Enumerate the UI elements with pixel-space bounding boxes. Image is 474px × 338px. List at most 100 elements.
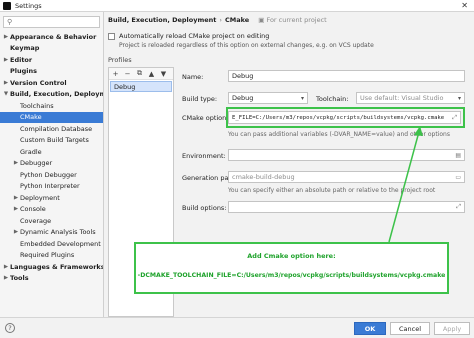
sidebar-item-python-interpreter[interactable]: Python Interpreter (0, 181, 103, 193)
settings-sidebar: ⚲ ▶ Appearance & Behavior Keymap ▶ Editor Plu… (0, 12, 104, 317)
sidebar-item-label: Deployment (20, 193, 60, 202)
sidebar-item-label: Keymap (10, 44, 40, 53)
edit-environment-icon[interactable]: ▤ (455, 152, 461, 159)
build-type-value: Debug (232, 94, 254, 102)
generation-path-field[interactable]: cmake-build-debug ▭ (228, 171, 465, 183)
sidebar-item-debugger[interactable]: ▶ Debugger (0, 158, 103, 170)
build-type-select[interactable]: Debug (228, 92, 308, 104)
breadcrumb: Build, Execution, Deployment › CMake ▣ F… (108, 16, 327, 24)
build-type-label: Build type: (182, 95, 218, 103)
sidebar-item-label: Tools (10, 274, 29, 283)
chevron-right-icon[interactable]: ▶ (2, 275, 10, 281)
profiles-toolbar: + − ⧉ ▲ ▼ (109, 68, 173, 80)
sidebar-item-coverage[interactable]: Coverage (0, 215, 103, 227)
sidebar-item-languages-frameworks[interactable]: ▶ Languages & Frameworks (0, 261, 103, 273)
chevron-right-icon[interactable]: ▶ (2, 264, 10, 270)
sidebar-item-required-plugins[interactable]: Required Plugins (0, 250, 103, 262)
sidebar-item-label: Gradle (20, 147, 42, 156)
sidebar-item-label: Custom Build Targets (20, 136, 89, 145)
copy-profile-icon[interactable]: ⧉ (136, 69, 143, 78)
generation-path-hint: You can specify either an absolute path … (228, 187, 436, 194)
environment-field[interactable]: ▤ (228, 149, 465, 161)
close-window-icon[interactable]: ✕ (461, 1, 468, 10)
auto-reload-note: Project is reloaded regardless of this o… (119, 42, 374, 49)
sidebar-item-label: CMake (20, 113, 42, 122)
settings-tree: ▶ Appearance & Behavior Keymap ▶ Editor Plugi… (0, 31, 103, 284)
sidebar-item-python-debugger[interactable]: Python Debugger (0, 169, 103, 181)
toolchain-select[interactable]: Use default: Visual Studio (356, 92, 465, 104)
sidebar-item-label: Required Plugins (20, 251, 75, 260)
name-value: Debug (232, 72, 254, 80)
settings-search-input[interactable]: ⚲ (3, 16, 100, 28)
chevron-right-icon[interactable]: ▶ (2, 57, 10, 63)
generation-path-value: cmake-build-debug (232, 173, 295, 181)
build-options-label: Build options: (182, 204, 227, 212)
sidebar-item-gradle[interactable]: Gradle (0, 146, 103, 158)
auto-reload-checkbox[interactable] (108, 32, 115, 40)
sidebar-item-label: Plugins (10, 67, 37, 76)
sidebar-item-label: Version Control (10, 78, 67, 87)
sidebar-item-embedded-development[interactable]: Embedded Development (0, 238, 103, 250)
environment-label: Environment: (182, 152, 226, 160)
apply-button[interactable]: Apply (434, 322, 470, 335)
annotation-callout: Add Cmake option here: -DCMAKE_TOOLCHAIN… (134, 242, 449, 294)
chevron-right-icon[interactable]: ▶ (12, 160, 20, 166)
sidebar-item-label: Python Debugger (20, 170, 77, 179)
sidebar-item-tools[interactable]: ▶ Tools (0, 273, 103, 285)
sidebar-item-label: Dynamic Analysis Tools (20, 228, 96, 237)
name-field[interactable]: Debug (228, 70, 465, 82)
sidebar-item-custom-build-targets[interactable]: Custom Build Targets (0, 135, 103, 147)
sidebar-item-toolchains[interactable]: Toolchains (0, 100, 103, 112)
remove-profile-icon[interactable]: − (124, 70, 131, 78)
expand-build-options-icon[interactable]: ⤢ (456, 203, 461, 211)
auto-reload-option[interactable]: Automatically reload CMake project on ed… (108, 32, 269, 40)
chevron-right-icon[interactable]: ▶ (12, 195, 20, 201)
title-bar: Settings ✕ (0, 0, 474, 12)
scope-note: ▣ For current project (258, 16, 327, 24)
app-logo-icon (3, 1, 11, 10)
sidebar-item-label: Appearance & Behavior (10, 32, 97, 41)
cancel-button[interactable]: Cancel (390, 322, 430, 335)
sidebar-item-cmake[interactable]: CMake (0, 111, 103, 123)
sidebar-item-label: Debugger (20, 159, 53, 168)
chevron-right-icon[interactable]: ▶ (2, 34, 10, 40)
profiles-label: Profiles (108, 56, 132, 64)
ok-button[interactable]: OK (354, 322, 386, 335)
browse-folder-icon[interactable]: ▭ (455, 174, 461, 181)
profile-item-debug[interactable]: Debug (110, 81, 172, 92)
breadcrumb-parent[interactable]: Build, Execution, Deployment (108, 16, 216, 24)
sidebar-item-label: Toolchains (20, 101, 54, 110)
sidebar-item-build-execution-deployment[interactable]: ▼Build, Execution, Deployment (0, 89, 103, 101)
sidebar-item-plugins[interactable]: Plugins (0, 66, 103, 78)
chevron-right-icon[interactable]: ▶ (12, 206, 20, 212)
sidebar-item-version-control[interactable]: ▶ Version Control (0, 77, 103, 89)
annotation-connector-line (388, 127, 421, 243)
sidebar-item-label: Editor (10, 55, 33, 64)
chevron-down-icon[interactable]: ▼ (2, 91, 10, 97)
help-icon[interactable]: ? (5, 323, 15, 333)
toolchain-label: Toolchain: (316, 95, 349, 103)
cmake-options-label: CMake options: (182, 114, 232, 122)
build-options-input[interactable]: ⤢ (228, 201, 465, 213)
chevron-right-icon[interactable]: ▶ (2, 80, 10, 86)
move-up-icon[interactable]: ▲ (148, 70, 155, 78)
sidebar-item-dynamic-analysis-tools[interactable]: ▶ Dynamic Analysis Tools (0, 227, 103, 239)
dialog-button-bar: ? OK Cancel Apply (0, 317, 474, 338)
sidebar-item-editor[interactable]: ▶ Editor (0, 54, 103, 66)
add-profile-icon[interactable]: + (112, 70, 119, 78)
toolchain-value: Use default: Visual Studio (360, 94, 444, 102)
sidebar-item-appearance-behavior[interactable]: ▶ Appearance & Behavior (0, 31, 103, 43)
sidebar-item-compilation-database[interactable]: Compilation Database (0, 123, 103, 135)
sidebar-item-keymap[interactable]: Keymap (0, 43, 103, 55)
chevron-right-icon[interactable]: ▶ (12, 229, 20, 235)
move-down-icon[interactable]: ▼ (160, 70, 167, 78)
name-label: Name: (182, 73, 204, 81)
cmake-options-highlight (226, 107, 465, 128)
cmake-options-hint: You can pass additional variables (-DVAR… (228, 131, 450, 138)
sidebar-item-label: Console (20, 205, 46, 214)
sidebar-item-console[interactable]: ▶ Console (0, 204, 103, 216)
sidebar-item-label: Build, Execution, Deployment (10, 90, 103, 99)
annotation-title: Add Cmake option here: (247, 252, 336, 260)
sidebar-item-deployment[interactable]: ▶ Deployment (0, 192, 103, 204)
cmake-settings-panel: Build, Execution, Deployment › CMake ▣ F… (104, 12, 474, 317)
